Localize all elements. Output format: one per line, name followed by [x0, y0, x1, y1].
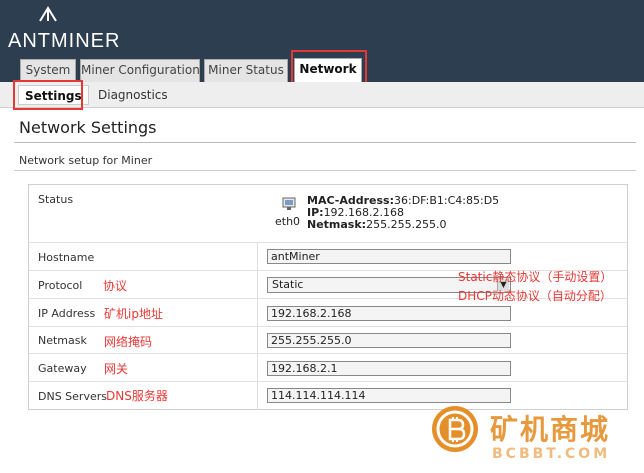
watermark: 矿机商城 BCBBT.COM	[422, 398, 644, 473]
gateway-label: Gateway	[38, 362, 87, 375]
protocol-selected-value: Static	[272, 278, 304, 291]
ethernet-interface: eth0	[275, 193, 303, 231]
title-divider	[14, 142, 636, 143]
netmask-label: Netmask	[38, 334, 87, 347]
logo-mark-icon	[39, 6, 57, 22]
ip-address-label: IP Address	[38, 307, 96, 320]
row-divider	[257, 327, 258, 353]
ip-address-input[interactable]: 192.168.2.168	[267, 306, 511, 321]
dns-servers-label: DNS Servers	[38, 390, 107, 403]
netmask-status-label: Netmask:	[307, 218, 367, 231]
netmask-status-value: 255.255.255.0	[366, 218, 447, 231]
status-row: Status eth0 MAC-Address:36:DF:B1:C4:85:D…	[29, 185, 627, 243]
highlight-settings-subtab	[13, 80, 83, 110]
row-divider	[257, 299, 258, 326]
tab-miner-configuration[interactable]: Miner Configuration	[80, 59, 200, 82]
page-title: Network Settings	[19, 118, 157, 137]
row-divider	[257, 271, 258, 298]
tab-miner-status[interactable]: Miner Status	[204, 59, 288, 82]
annotation-dns: DNS服务器	[106, 389, 168, 403]
row-divider	[257, 354, 258, 381]
status-values: MAC-Address:36:DF:B1:C4:85:D5 IP:192.168…	[307, 195, 499, 231]
section-divider	[14, 170, 636, 171]
hostname-input[interactable]: antMiner	[267, 249, 511, 264]
annotation-static: Static静态协议（手动设置）	[458, 270, 613, 284]
row-divider	[257, 382, 258, 410]
logo-text: ANTMINER	[8, 30, 121, 52]
bitcoin-icon	[436, 410, 474, 448]
annotation-netmask: 网络掩码	[104, 335, 153, 349]
subtab-diagnostics[interactable]: Diagnostics	[98, 85, 168, 105]
annotation-dhcp: DHCP动态协议（自动分配）	[458, 289, 612, 303]
sub-nav: Settings Diagnostics	[0, 82, 644, 108]
protocol-label: Protocol	[38, 279, 83, 292]
tab-system[interactable]: System	[20, 59, 76, 82]
watermark-subtext: BCBBT.COM	[492, 446, 611, 462]
section-description: Network setup for Miner	[19, 154, 153, 167]
antminer-logo: ANTMINER	[8, 6, 128, 54]
gateway-input[interactable]: 192.168.2.1	[267, 361, 511, 376]
hostname-row: Hostname antMiner	[29, 243, 627, 271]
row-divider	[257, 243, 258, 270]
annotation-gateway: 网关	[104, 362, 129, 376]
interface-name: eth0	[275, 215, 301, 228]
annotation-ip-address: 矿机ip地址	[104, 307, 163, 321]
network-adapter-icon	[282, 197, 296, 210]
annotation-protocol: 协议	[103, 279, 128, 293]
hostname-label: Hostname	[38, 251, 95, 264]
watermark-logo-icon	[432, 406, 478, 452]
status-label: Status	[38, 193, 74, 206]
mac-value: 36:DF:B1:C4:85:D5	[394, 194, 500, 207]
watermark-text: 矿机商城	[490, 413, 611, 446]
netmask-input[interactable]: 255.255.255.0	[267, 333, 511, 348]
